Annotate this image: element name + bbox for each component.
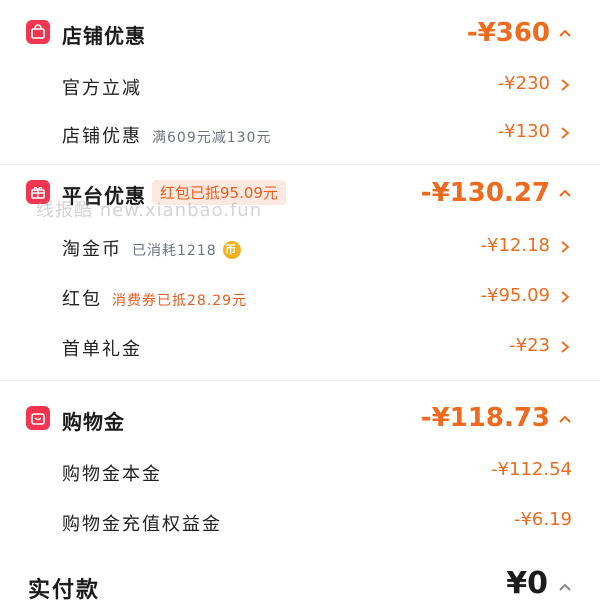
row-label: 淘金币 已消耗1218 币 xyxy=(62,235,241,261)
divider xyxy=(0,164,600,165)
row-label: 店铺优惠 满609元减130元 xyxy=(62,126,272,147)
chevron-up-icon[interactable] xyxy=(558,580,572,594)
row-amount: -¥95.09 xyxy=(480,285,550,306)
section-amount: -¥130.27 xyxy=(420,178,550,208)
row-credit-principal: 购物金本金 -¥112.54 xyxy=(0,448,600,496)
chevron-right-icon xyxy=(561,341,570,353)
shopping-credit-header[interactable]: 购物金 -¥118.73 xyxy=(0,390,600,446)
chevron-right-icon xyxy=(561,127,570,139)
section-amount: -¥118.73 xyxy=(420,403,550,433)
row-amount: -¥6.19 xyxy=(513,509,572,530)
row-label: 首单礼金 xyxy=(62,339,142,360)
total-amount: ¥0 xyxy=(506,566,548,601)
section-title: 购物金 xyxy=(62,410,125,434)
row-amount: -¥230 xyxy=(497,73,550,94)
row-amount: -¥23 xyxy=(509,335,550,356)
shop-bag-icon xyxy=(26,20,50,44)
chevron-right-icon xyxy=(561,241,570,253)
row-amount: -¥12.18 xyxy=(480,235,550,256)
row-label: 官方立减 xyxy=(62,78,142,99)
watermark: 线报酷 new.xianbao.fun xyxy=(36,200,263,221)
chevron-up-icon[interactable] xyxy=(558,412,572,426)
row-label: 购物金充值权益金 xyxy=(62,514,222,535)
chevron-up-icon[interactable] xyxy=(558,26,572,40)
row-note: 消费券已抵28.29元 xyxy=(112,293,248,309)
row-label: 购物金本金 xyxy=(62,464,162,485)
wallet-icon xyxy=(26,406,50,430)
chevron-right-icon xyxy=(561,79,570,91)
row-note: 满609元减130元 xyxy=(152,130,272,146)
row-note: 已消耗1218 xyxy=(132,243,217,259)
chevron-right-icon xyxy=(561,291,570,303)
chevron-up-icon[interactable] xyxy=(558,186,572,200)
row-amount: -¥130 xyxy=(497,121,550,142)
section-amount: -¥360 xyxy=(466,18,550,48)
row-taojinbi[interactable]: 淘金币 已消耗1218 币 -¥12.18 xyxy=(0,222,600,270)
row-credit-bonus: 购物金充值权益金 -¥6.19 xyxy=(0,498,600,546)
row-official-discount[interactable]: 官方立减 -¥230 xyxy=(0,60,600,108)
row-shop-discount[interactable]: 店铺优惠 满609元减130元 -¥130 xyxy=(0,108,600,156)
row-red-packet[interactable]: 红包 消费券已抵28.29元 -¥95.09 xyxy=(0,272,600,320)
row-label: 红包 消费券已抵28.29元 xyxy=(62,289,248,310)
divider xyxy=(0,380,600,381)
row-first-order-gift[interactable]: 首单礼金 -¥23 xyxy=(0,322,600,370)
section-title: 店铺优惠 xyxy=(62,24,146,48)
total-label: 实付款 xyxy=(28,578,101,603)
shop-discount-header[interactable]: 店铺优惠 -¥360 xyxy=(0,4,600,60)
row-amount: -¥112.54 xyxy=(491,459,572,480)
coin-icon: 币 xyxy=(222,241,241,259)
